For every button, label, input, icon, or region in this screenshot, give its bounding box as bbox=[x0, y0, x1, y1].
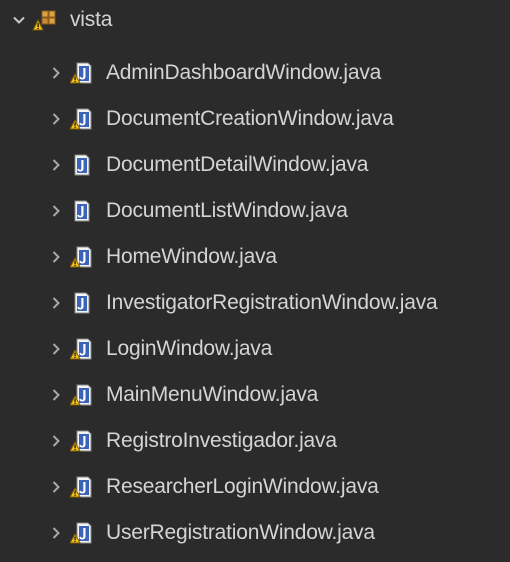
file-label: UserRegistrationWindow.java bbox=[106, 521, 375, 544]
chevron-right-icon[interactable] bbox=[48, 203, 64, 219]
tree-item-file[interactable]: HomeWindow.java bbox=[48, 237, 277, 277]
java-file-icon bbox=[70, 199, 94, 223]
java-file-icon bbox=[70, 291, 94, 315]
java-file-warning-icon bbox=[69, 521, 94, 545]
tree-item-file[interactable]: UserRegistrationWindow.java bbox=[48, 513, 375, 553]
tree-item-file[interactable]: DocumentCreationWindow.java bbox=[48, 99, 394, 139]
java-file-warning-icon bbox=[69, 337, 94, 361]
java-file-warning-icon bbox=[69, 61, 94, 85]
chevron-right-icon[interactable] bbox=[48, 525, 64, 541]
chevron-right-icon[interactable] bbox=[48, 341, 64, 357]
file-label: AdminDashboardWindow.java bbox=[106, 61, 382, 84]
tree-item-file[interactable]: ResearcherLoginWindow.java bbox=[48, 467, 379, 507]
folder-label: vista bbox=[70, 8, 113, 31]
tree-item-file[interactable]: AdminDashboardWindow.java bbox=[48, 53, 381, 93]
tree-item-file[interactable]: DocumentListWindow.java bbox=[48, 191, 348, 231]
java-file-icon bbox=[70, 153, 94, 177]
tree-item-file[interactable]: InvestigatorRegistrationWindow.java bbox=[48, 283, 438, 323]
java-file-warning-icon bbox=[69, 383, 94, 407]
chevron-right-icon[interactable] bbox=[48, 65, 64, 81]
tree-item-file[interactable]: MainMenuWindow.java bbox=[48, 375, 318, 415]
chevron-right-icon[interactable] bbox=[48, 295, 64, 311]
file-label: RegistroInvestigador.java bbox=[106, 429, 337, 452]
chevron-right-icon[interactable] bbox=[48, 387, 64, 403]
file-label: LoginWindow.java bbox=[106, 337, 273, 360]
file-label: DocumentListWindow.java bbox=[106, 199, 348, 222]
tree-item-file[interactable]: RegistroInvestigador.java bbox=[48, 421, 337, 461]
chevron-right-icon[interactable] bbox=[48, 157, 64, 173]
package-warning-icon bbox=[32, 8, 58, 32]
chevron-right-icon[interactable] bbox=[48, 111, 64, 127]
java-file-warning-icon bbox=[69, 107, 94, 131]
java-file-warning-icon bbox=[69, 429, 94, 453]
file-label: DocumentCreationWindow.java bbox=[106, 107, 394, 130]
file-label: InvestigatorRegistrationWindow.java bbox=[106, 291, 438, 314]
chevron-right-icon[interactable] bbox=[48, 433, 64, 449]
file-label: HomeWindow.java bbox=[106, 245, 277, 268]
file-label: DocumentDetailWindow.java bbox=[106, 153, 369, 176]
tree-item-file[interactable]: DocumentDetailWindow.java bbox=[48, 145, 368, 185]
java-file-warning-icon bbox=[69, 245, 94, 269]
chevron-right-icon[interactable] bbox=[48, 479, 64, 495]
file-label: ResearcherLoginWindow.java bbox=[106, 475, 379, 498]
java-file-warning-icon bbox=[69, 475, 94, 499]
chevron-down-icon[interactable] bbox=[10, 12, 28, 28]
tree-item-vista[interactable]: vista bbox=[10, 0, 112, 40]
chevron-right-icon[interactable] bbox=[48, 249, 64, 265]
file-label: MainMenuWindow.java bbox=[106, 383, 319, 406]
tree-item-file[interactable]: LoginWindow.java bbox=[48, 329, 272, 369]
project-explorer-tree: vista AdminDashboardWindow.java Document… bbox=[0, 0, 510, 562]
